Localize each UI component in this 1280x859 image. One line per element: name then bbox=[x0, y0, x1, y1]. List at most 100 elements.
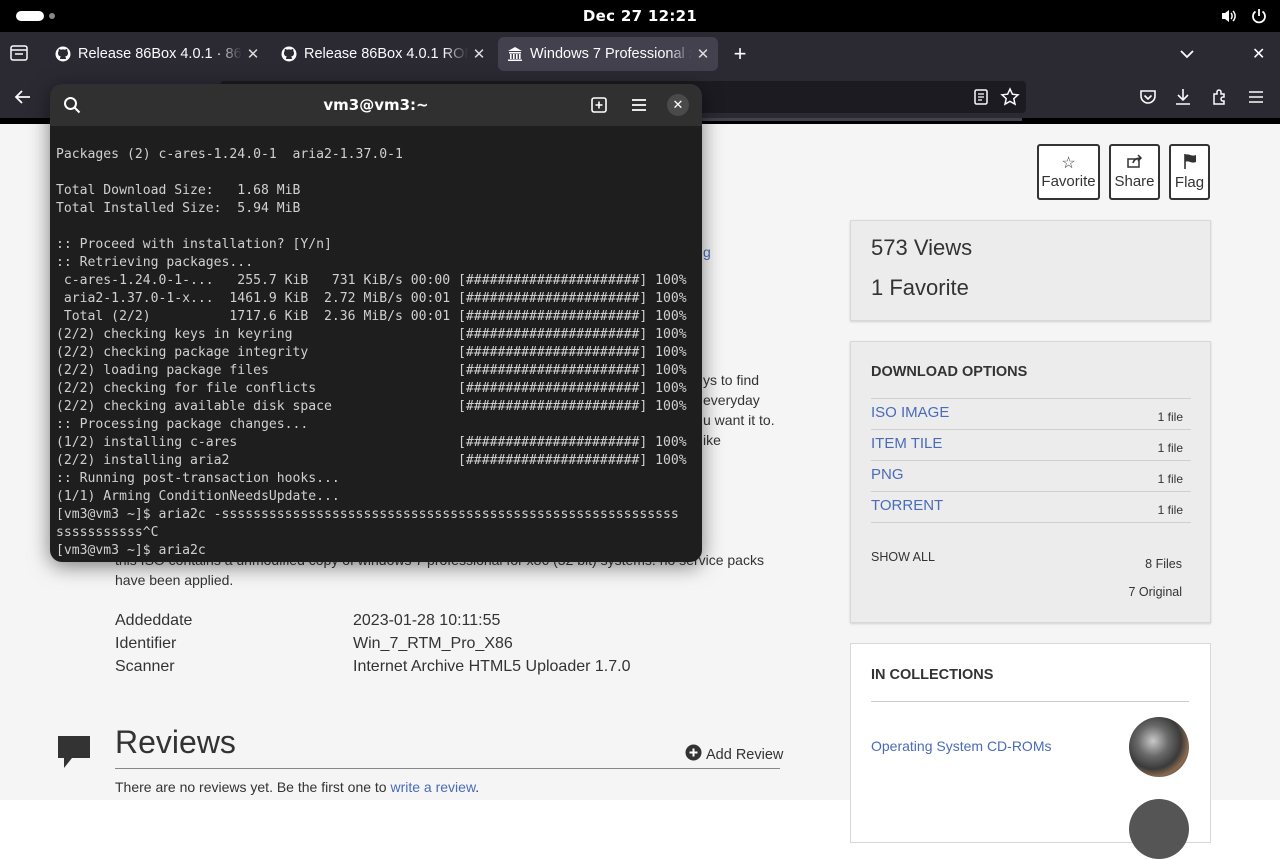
show-all-link[interactable]: SHOW ALL bbox=[871, 550, 935, 564]
tab-release-86box[interactable]: Release 86Box 4.0.1 · 86Box/86Box ✕ bbox=[46, 37, 268, 71]
download-format-row[interactable]: TORRENT 1 file bbox=[871, 491, 1191, 522]
terminal-line: Packages (2) c-ares-1.24.0-1 aria2-1.37.… bbox=[56, 147, 403, 162]
menu-hamburger-icon[interactable] bbox=[1246, 87, 1266, 112]
terminal-line: [vm3@vm3 ~]$ aria2c bbox=[56, 543, 206, 558]
pocket-icon[interactable] bbox=[1138, 87, 1158, 112]
download-options-panel: DOWNLOAD OPTIONS ISO IMAGE 1 file ITEM T… bbox=[850, 341, 1211, 623]
flag-icon bbox=[1183, 153, 1197, 174]
terminal-line: (2/2) loading package files [###########… bbox=[56, 363, 687, 378]
collection-thumbnail[interactable] bbox=[1129, 717, 1189, 777]
system-tray[interactable] bbox=[1220, 7, 1268, 25]
terminal-line: :: Running post-transaction hooks... bbox=[56, 471, 340, 486]
flag-button[interactable]: Flag bbox=[1169, 144, 1210, 200]
clock[interactable]: Dec 27 12:21 bbox=[0, 7, 1280, 25]
github-icon bbox=[55, 46, 71, 62]
metadata-key: Identifier bbox=[115, 635, 177, 652]
metadata-value: Win_7_RTM_Pro_X86 bbox=[353, 635, 513, 652]
terminal-line: (1/1) Arming ConditionNeedsUpdate... bbox=[56, 489, 340, 504]
write-review-link[interactable]: write a review bbox=[390, 779, 475, 795]
close-tab-icon[interactable]: ✕ bbox=[242, 43, 264, 65]
terminal-header-bar[interactable]: vm3@vm3:~ ✕ bbox=[50, 84, 702, 126]
description-fragment: everyday bbox=[703, 392, 760, 408]
terminal-line: Total Installed Size: 5.94 MiB bbox=[56, 201, 301, 216]
terminal-line: Total (2/2) 1717.6 KiB 2.36 MiB/s 00:01 … bbox=[56, 309, 687, 324]
views-count: 573 Views bbox=[871, 235, 973, 260]
favorite-button[interactable]: ☆ Favorite bbox=[1037, 144, 1100, 200]
list-all-tabs-icon[interactable] bbox=[1177, 44, 1197, 69]
github-icon bbox=[281, 46, 297, 62]
tab-list-icon[interactable] bbox=[8, 42, 32, 66]
new-tab-button[interactable]: + bbox=[728, 42, 752, 66]
reviews-divider bbox=[115, 768, 780, 769]
terminal-line: sssssssssss^C bbox=[56, 525, 159, 540]
collections-panel: IN COLLECTIONS Operating System CD-ROMs bbox=[850, 643, 1211, 859]
format-file-count: 1 file bbox=[1157, 503, 1183, 517]
hamburger-menu-icon[interactable] bbox=[627, 93, 651, 117]
format-file-count: 1 file bbox=[1157, 472, 1183, 486]
tab-title: Release 86Box 4.0.1 ROMs bbox=[304, 46, 468, 62]
power-icon[interactable] bbox=[1250, 7, 1268, 25]
total-files: 8 Files bbox=[1145, 557, 1182, 571]
metadata-key: Addeddate bbox=[115, 612, 193, 629]
new-tab-icon[interactable] bbox=[587, 93, 611, 117]
reviews-speech-bubble-icon bbox=[56, 734, 92, 775]
terminal-line: [vm3@vm3 ~]$ aria2c -sssssssssssssssssss… bbox=[56, 507, 679, 522]
terminal-line: :: Proceed with installation? [Y/n] bbox=[56, 237, 332, 252]
terminal-line: (2/2) checking package integrity [######… bbox=[56, 345, 687, 360]
description-fragment: ike bbox=[703, 432, 721, 448]
format-link[interactable]: PNG bbox=[871, 466, 904, 483]
terminal-line: (2/2) checking keys in keyring [########… bbox=[56, 327, 687, 342]
format-link[interactable]: ITEM TILE bbox=[871, 435, 942, 452]
star-icon: ☆ bbox=[1061, 154, 1076, 172]
download-format-row[interactable]: ITEM TILE 1 file bbox=[871, 429, 1191, 460]
terminal-line: Total Download Size: 1.68 MiB bbox=[56, 183, 301, 198]
collection-thumbnail[interactable] bbox=[1129, 799, 1189, 859]
terminal-window[interactable]: vm3@vm3:~ ✕ Packages (2) c-ares-1.24.0-1… bbox=[50, 84, 702, 562]
terminal-line: (2/2) checking available disk space [###… bbox=[56, 399, 687, 414]
terminal-line: (2/2) checking for file conflicts [#####… bbox=[56, 381, 687, 396]
reader-view-icon[interactable] bbox=[972, 88, 990, 111]
volume-icon[interactable] bbox=[1220, 7, 1238, 25]
terminal-line: :: Retrieving packages... bbox=[56, 255, 254, 270]
window-close-button[interactable]: ✕ bbox=[1252, 44, 1265, 64]
share-icon bbox=[1126, 154, 1143, 173]
terminal-line: aria2-1.37.0-1-x... 1461.9 KiB 2.72 MiB/… bbox=[56, 291, 687, 306]
tab-windows-7-professional[interactable]: Windows 7 Professional x86 ✕ bbox=[498, 37, 718, 71]
collection-link[interactable]: Operating System CD-ROMs bbox=[871, 738, 1051, 754]
format-link[interactable]: ISO IMAGE bbox=[871, 404, 949, 421]
bookmark-star-icon[interactable] bbox=[1000, 87, 1020, 112]
no-reviews-period: . bbox=[475, 779, 480, 795]
download-format-row[interactable]: ISO IMAGE 1 file bbox=[871, 398, 1191, 429]
back-arrow-icon[interactable] bbox=[13, 87, 33, 112]
share-button[interactable]: Share bbox=[1109, 144, 1160, 200]
collections-title: IN COLLECTIONS bbox=[871, 667, 994, 683]
terminal-line: (2/2) installing aria2 [################… bbox=[56, 453, 687, 468]
terminal-line: (1/2) installing c-ares [###############… bbox=[56, 435, 687, 450]
add-review-label: Add Review bbox=[706, 746, 784, 763]
favorites-count: 1 Favorite bbox=[871, 275, 969, 300]
close-tab-icon[interactable]: ✕ bbox=[692, 43, 714, 65]
metadata-value: 2023-01-28 10:11:55 bbox=[353, 612, 501, 629]
download-options-title: DOWNLOAD OPTIONS bbox=[871, 364, 1028, 380]
add-review-button[interactable]: Add Review bbox=[685, 744, 783, 765]
format-file-count: 1 file bbox=[1157, 410, 1183, 424]
stats-panel: 573 Views 1 Favorite bbox=[850, 220, 1211, 321]
download-format-row[interactable]: PNG 1 file bbox=[871, 460, 1191, 491]
terminal-line: :: Processing package changes... bbox=[56, 417, 309, 432]
metadata-value: Internet Archive HTML5 Uploader 1.7.0 bbox=[353, 658, 631, 675]
tab-title: Release 86Box 4.0.1 · 86Box/86Box bbox=[78, 46, 242, 62]
share-label: Share bbox=[1114, 173, 1155, 190]
close-icon[interactable]: ✕ bbox=[667, 94, 689, 116]
downloads-icon[interactable] bbox=[1173, 87, 1193, 112]
close-tab-icon[interactable]: ✕ bbox=[468, 43, 490, 65]
format-link[interactable]: TORRENT bbox=[871, 497, 943, 514]
favorite-label: Favorite bbox=[1041, 172, 1096, 190]
extensions-icon[interactable] bbox=[1210, 87, 1230, 112]
terminal-output[interactable]: Packages (2) c-ares-1.24.0-1 aria2-1.37.… bbox=[56, 146, 698, 560]
archive-icon bbox=[507, 46, 523, 62]
tab-release-86box-roms[interactable]: Release 86Box 4.0.1 ROMs ✕ bbox=[272, 37, 494, 71]
reviews-heading: Reviews bbox=[115, 724, 236, 760]
description-link-fragment[interactable]: g bbox=[703, 244, 711, 260]
